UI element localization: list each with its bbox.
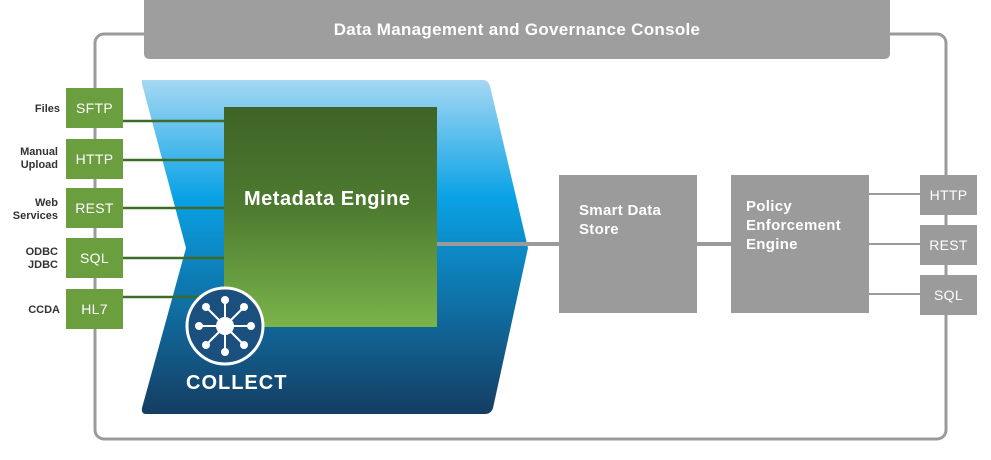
source-hl7-box: HL7 bbox=[66, 289, 123, 329]
source-sftp-box: SFTP bbox=[66, 88, 123, 128]
source-sql-box: SQL bbox=[66, 238, 123, 278]
policy-engine-title: Policy Enforcement Engine bbox=[746, 198, 841, 253]
source-label-files: Files bbox=[34, 103, 60, 115]
source-label-ccda: CCDA bbox=[28, 304, 60, 316]
source-http-box: HTTP bbox=[66, 139, 123, 179]
metadata-engine-box bbox=[224, 107, 437, 327]
output-sql-box: SQL bbox=[920, 275, 977, 315]
console-title: Data Management and Governance Console bbox=[333, 19, 701, 39]
output-rest-box: REST bbox=[920, 225, 977, 265]
metadata-engine-title: Metadata Engine bbox=[244, 188, 411, 210]
network-hub-icon bbox=[185, 286, 265, 366]
source-label-odbc-jdbc: ODBC JDBC bbox=[25, 246, 58, 271]
console-header: Data Management and Governance Console bbox=[144, 0, 890, 59]
output-connectors bbox=[868, 193, 921, 295]
source-label-web-services: Web Services bbox=[12, 197, 58, 222]
smart-data-store-box bbox=[559, 175, 697, 313]
smart-data-store-title: Smart Data Store bbox=[579, 202, 662, 238]
collect-label: COLLECT bbox=[186, 372, 288, 394]
source-label-manual-upload: Manual Upload bbox=[20, 146, 58, 171]
output-http-box: HTTP bbox=[920, 175, 977, 215]
source-rest-box: REST bbox=[66, 188, 123, 228]
